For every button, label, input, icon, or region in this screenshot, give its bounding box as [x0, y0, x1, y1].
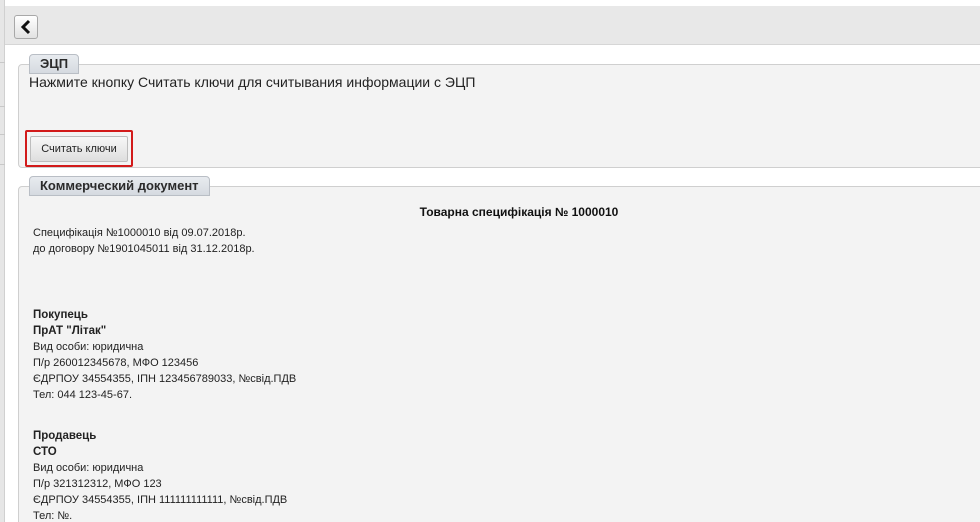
seller-block: Продавець СТО Вид особи: юридична П/р 32…	[33, 428, 287, 522]
seller-codes: ЄДРПОУ 34554355, ІПН 111111111111, №свід…	[33, 494, 288, 506]
back-button[interactable]	[14, 15, 38, 39]
read-keys-highlight: Считать ключи	[25, 130, 133, 167]
buyer-account: П/р 260012345678, МФО 123456	[33, 357, 199, 369]
buyer-heading: Покупець	[33, 309, 88, 321]
chevron-left-icon	[20, 19, 31, 35]
buyer-phone: Тел: 044 123-45-67.	[33, 389, 132, 401]
left-strip-mark	[0, 62, 5, 63]
document-title: Товарна специфікація № 1000010	[419, 205, 619, 219]
ecp-panel: ЭЦП Нажмите кнопку Считать ключи для счи…	[18, 54, 980, 168]
commercial-document-panel: Коммерческий документ Товарна специфікац…	[18, 176, 980, 522]
read-keys-button[interactable]: Считать ключи	[30, 135, 128, 162]
seller-type: Вид особи: юридична	[33, 462, 144, 474]
seller-heading: Продавець	[33, 430, 97, 442]
buyer-block: Покупець ПрАТ "Літак" Вид особи: юридичн…	[33, 307, 296, 403]
left-strip	[0, 0, 5, 522]
ecp-panel-title: ЭЦП	[29, 54, 80, 74]
spec-line: Специфікація №1000010 від 09.07.2018р.	[33, 227, 246, 239]
contract-line: до договору №1901045011 від 31.12.2018р.	[33, 243, 255, 255]
seller-phone: Тел: №.	[33, 510, 73, 522]
document-panel-title: Коммерческий документ	[29, 176, 210, 196]
buyer-codes: ЄДРПОУ 34554355, ІПН 123456789033, №свід…	[33, 373, 297, 385]
page: ЭЦП Нажмите кнопку Считать ключи для счи…	[0, 0, 980, 522]
ecp-instruction: Нажмите кнопку Считать ключи для считыва…	[29, 74, 476, 90]
buyer-type: Вид особи: юридична	[33, 341, 144, 353]
seller-name: СТО	[33, 446, 57, 458]
top-toolbar	[5, 6, 980, 45]
document-header-lines: Специфікація №1000010 від 09.07.2018р. д…	[33, 225, 255, 257]
left-strip-mark	[0, 134, 5, 135]
seller-account: П/р 321312312, МФО 123	[33, 478, 162, 490]
buyer-name: ПрАТ "Літак"	[33, 325, 107, 337]
left-strip-mark	[0, 106, 5, 107]
left-strip-mark	[0, 164, 5, 165]
